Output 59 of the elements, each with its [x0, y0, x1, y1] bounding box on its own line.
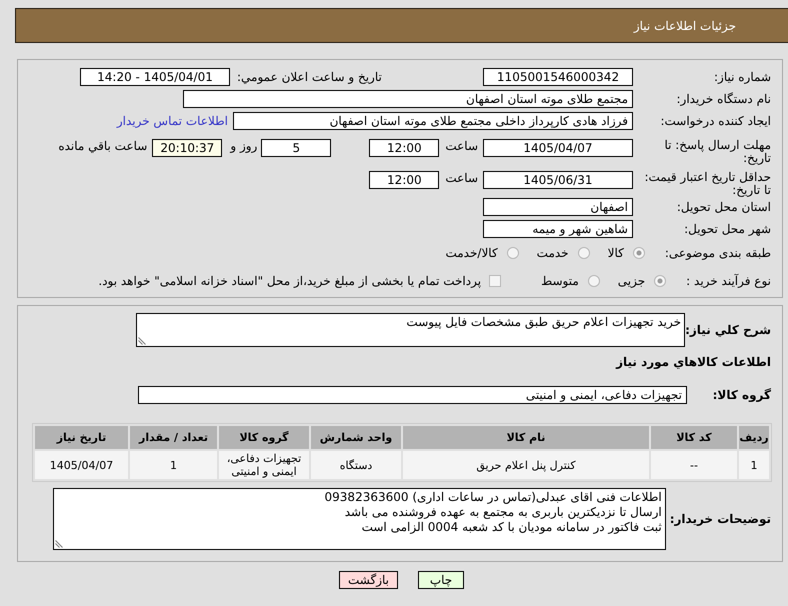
field-label: شرح كلي نياز: — [685, 323, 771, 337]
time-label: ساعت — [445, 171, 478, 185]
validity-time-field[interactable]: 12:00 — [369, 171, 440, 189]
radio-option[interactable]: کالا/خدمت — [445, 246, 519, 260]
back-button[interactable]: بازگشت — [339, 571, 398, 589]
column-header: تاریخ نیاز — [35, 426, 128, 449]
delivery-province-field[interactable]: اصفهان — [483, 198, 633, 216]
field-label: نام دستگاه خریدار: — [676, 92, 771, 106]
column-header: گروه کالا — [219, 426, 309, 449]
field-label: مهلت ارسال پاسخ: تا تاریخ: — [663, 139, 771, 165]
buyer-organization-field[interactable]: مجتمع طلای موته استان اصفهان — [183, 90, 633, 108]
radio-option[interactable]: متوسط — [541, 274, 600, 288]
column-header: نام کالا — [403, 426, 649, 449]
days-label: روز و — [230, 139, 258, 153]
time-left-label: ساعت باقي مانده — [58, 139, 148, 153]
column-header: تعداد / مقدار — [130, 426, 217, 449]
time-label: ساعت — [445, 139, 478, 153]
buyer-notes-field[interactable]: اطلاعات فنی اقای عبدلی(تماس در ساعات اداری) 09382363600 ارسال تا نزدیکترین باربری به مجتمع به عهده فروشنده می باشد ثبت فاکتور در سامانه مودیان با کد شعبه 0004 الزامی است — [53, 488, 666, 550]
section-heading: اطلاعات كالاهاي مورد نياز — [616, 355, 771, 369]
field-label: حداقل تاریخ اعتبار قیمت: تا تاریخ: — [643, 171, 771, 197]
table-cell: 1 — [130, 451, 217, 479]
requester-field[interactable]: فرزاد هادی کارپرداز داخلی مجتمع طلای موته استان اصفهان — [233, 112, 633, 130]
buyer-contact-link[interactable]: اطلاعات تماس خریدار — [116, 114, 228, 128]
field-label: گروه کالا: — [712, 388, 771, 402]
field-label: توضیحات خریدار: — [670, 512, 771, 526]
goods-group-field[interactable]: تجهیزات دفاعی، ایمنی و امنیتی — [138, 386, 687, 404]
validity-date-field[interactable]: 1405/06/31 — [483, 171, 633, 189]
delivery-city-field[interactable]: شاهین شهر و میمه — [483, 220, 633, 238]
radio-option[interactable]: کالا — [608, 246, 645, 260]
deadline-date-field[interactable]: 1405/04/07 — [483, 139, 633, 157]
field-label: استان محل تحویل: — [676, 200, 771, 214]
field-label: نوع فرآیند خرید : — [686, 274, 771, 288]
print-button[interactable]: چاپ — [418, 571, 464, 589]
field-label: تاریخ و ساعت اعلان عمومي: — [237, 70, 382, 84]
table-cell: 1405/04/07 — [35, 451, 128, 479]
table-cell: -- — [651, 451, 737, 479]
resize-grip-icon — [138, 337, 146, 345]
field-label: طبقه بندی موضوعی: — [664, 246, 771, 260]
radio-option[interactable]: خدمت — [536, 246, 590, 260]
checkbox-option[interactable]: پرداخت تمام یا بخشی از مبلغ خرید،از محل "اسناد خزانه اسلامی" خواهد بود. — [98, 274, 502, 288]
time-left-field[interactable]: 20:10:37 — [152, 139, 222, 157]
table-cell: تجهیزات دفاعی، ایمنی و امنیتی — [219, 451, 309, 479]
resize-grip-icon — [55, 540, 63, 548]
table-cell: کنترل پنل اعلام حریق — [403, 451, 649, 479]
days-left-field[interactable]: 5 — [261, 139, 332, 157]
deadline-time-field[interactable]: 12:00 — [369, 139, 440, 157]
field-label: شهر محل تحویل: — [684, 222, 771, 236]
need-summary-field[interactable]: خرید تجهیزات اعلام حریق طبق مشخصات فایل پیوست — [136, 313, 685, 347]
column-header: ردیف — [739, 426, 769, 449]
page-title: جزئیات اطلاعات نیاز — [634, 18, 736, 32]
announcement-datetime-field[interactable]: 1405/04/01 - 14:20 — [80, 68, 230, 86]
need-number-field[interactable]: 1105001546000342 — [483, 68, 633, 86]
radio-option[interactable]: جزیی — [618, 274, 666, 288]
table-cell: دستگاه — [311, 451, 401, 479]
column-header: واحد شمارش — [311, 426, 401, 449]
field-label: ایجاد کننده درخواست: — [660, 114, 771, 128]
column-header: کد کالا — [651, 426, 737, 449]
field-label: شماره نیاز: — [714, 70, 771, 84]
table-cell: 1 — [739, 451, 769, 479]
